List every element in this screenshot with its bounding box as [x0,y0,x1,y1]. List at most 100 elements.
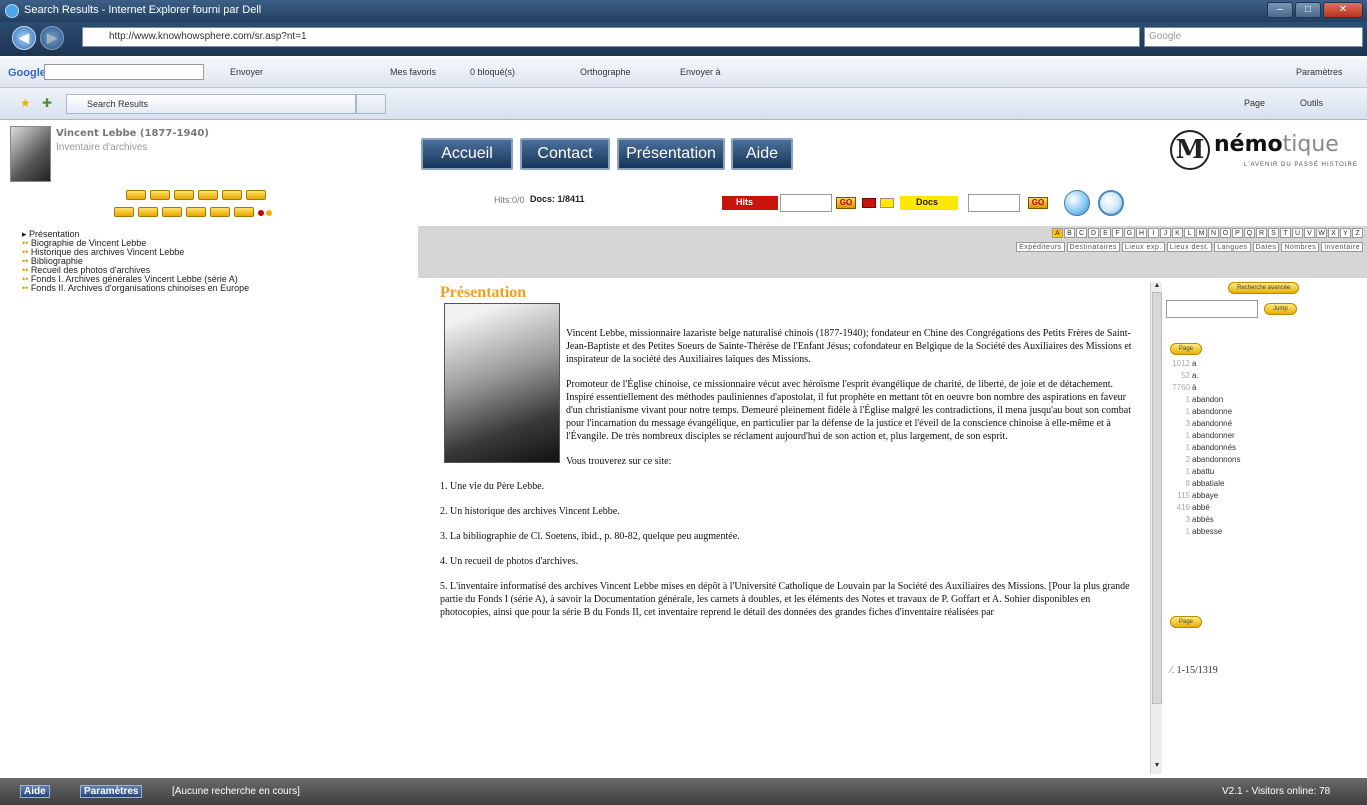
tool-icon-3[interactable] [162,207,182,217]
word-entry[interactable]: 3 abandonné [1170,418,1280,430]
status-aide-button[interactable]: Aide [20,785,50,798]
category-tab[interactable]: Expéditeurs [1016,242,1065,252]
word-entry[interactable]: 3 abbés [1170,514,1280,526]
page-menu[interactable]: Page [1244,98,1265,108]
advanced-search-button[interactable]: Recherche avancée [1228,282,1300,294]
letter-i[interactable]: I [1148,228,1159,238]
word-entry[interactable]: 1012 a [1170,358,1280,370]
category-tab[interactable]: Lieux exp. [1121,242,1165,252]
tab-search-results[interactable]: Search Results [66,94,356,114]
email-icon[interactable] [1064,190,1090,216]
category-tab[interactable]: Langues [1214,242,1251,252]
word-entry[interactable]: 1 abandonnés [1170,442,1280,454]
scroll-thumb[interactable] [1152,292,1162,704]
tool-icon-5[interactable] [210,207,230,217]
presentation-button[interactable]: Présentation [617,138,725,170]
close-button[interactable]: ✕ [1323,2,1363,18]
favorites-button[interactable]: Mes favoris [390,67,436,77]
status-parametres-button[interactable]: Paramètres [80,785,143,798]
category-tab[interactable]: Inventaire [1321,242,1363,252]
letter-v[interactable]: V [1304,228,1315,238]
page-down-button[interactable]: Page [1170,616,1203,628]
last-icon[interactable] [198,190,218,200]
word-entry[interactable]: 2 abandonnons [1170,454,1280,466]
docs-nav[interactable]: Docs [900,196,958,210]
prev-icon[interactable] [150,190,170,200]
letter-s[interactable]: S [1268,228,1279,238]
aide-button[interactable]: Aide [731,138,793,170]
tool-icon-4[interactable] [186,207,206,217]
next-icon[interactable] [174,190,194,200]
letter-m[interactable]: M [1196,228,1207,238]
word-entry[interactable]: 1 abattu [1170,466,1280,478]
letter-f[interactable]: F [1112,228,1123,238]
letter-k[interactable]: K [1172,228,1183,238]
word-entry[interactable]: 1 abandonne [1170,406,1280,418]
letter-t[interactable]: T [1280,228,1291,238]
letter-j[interactable]: J [1160,228,1171,238]
word-entry[interactable]: 115 abbaye [1170,490,1280,502]
letter-x[interactable]: X [1328,228,1339,238]
letter-y[interactable]: Y [1340,228,1351,238]
word-entry[interactable]: 1 abandon [1170,394,1280,406]
jump-input[interactable] [1166,300,1258,318]
letter-g[interactable]: G [1124,228,1135,238]
collapse-icon[interactable] [246,190,266,200]
letter-z[interactable]: Z [1352,228,1363,238]
letter-b[interactable]: B [1064,228,1075,238]
magnifier-icon[interactable] [1098,190,1124,216]
word-entry[interactable]: 7760 à [1170,382,1280,394]
scroll-up-icon[interactable]: ▲ [1152,282,1162,292]
back-button[interactable]: ◀ [12,26,36,50]
page-up-button[interactable]: Page [1170,343,1203,355]
send-to-button[interactable]: Envoyer à [680,67,721,77]
scroll-down-icon[interactable]: ▼ [1152,762,1162,772]
accueil-button[interactable]: Accueil [421,138,513,170]
word-entry[interactable]: 8 abbatiale [1170,478,1280,490]
letter-u[interactable]: U [1292,228,1303,238]
word-entry[interactable]: 52 a. [1170,370,1280,382]
letter-o[interactable]: O [1220,228,1231,238]
browser-search-input[interactable]: Google [1144,27,1363,47]
docs-prev-icon[interactable] [880,198,894,208]
word-entry[interactable]: 1 abandonner [1170,430,1280,442]
category-tab[interactable]: Lieux dest. [1166,242,1213,252]
settings-button[interactable]: Paramètres [1296,67,1343,77]
contact-button[interactable]: Contact [520,138,610,170]
add-favorite-icon[interactable]: ✚ [42,96,52,110]
content-scrollbar[interactable]: ▲ ▼ [1150,282,1162,774]
minimize-button[interactable]: – [1267,2,1293,18]
letter-w[interactable]: W [1316,228,1327,238]
letter-l[interactable]: L [1184,228,1195,238]
docs-input[interactable] [968,194,1020,212]
letter-q[interactable]: Q [1244,228,1255,238]
tool-icon-6[interactable] [234,207,254,217]
google-search-input[interactable] [44,64,204,80]
letter-d[interactable]: D [1088,228,1099,238]
hits-go-button[interactable]: GO [836,197,856,209]
letter-h[interactable]: H [1136,228,1147,238]
address-bar[interactable]: http://www.knowhowsphere.com/sr.asp?nt=1 [82,27,1140,47]
yellow-dot-icon[interactable] [266,210,272,216]
tools-menu[interactable]: Outils [1300,98,1323,108]
hits-input[interactable] [780,194,832,212]
forward-button[interactable]: ▶ [40,26,64,50]
category-tab[interactable]: Dates [1252,242,1280,252]
maximize-button[interactable]: □ [1295,2,1321,18]
letter-a[interactable]: A [1052,228,1063,238]
tool-icon-1[interactable] [114,207,134,217]
category-tab[interactable]: Nombres [1281,242,1320,252]
favorites-star-icon[interactable]: ★ [20,96,31,110]
red-dot-icon[interactable] [258,210,264,216]
letter-e[interactable]: E [1100,228,1111,238]
tool-icon-2[interactable] [138,207,158,217]
letter-n[interactable]: N [1208,228,1219,238]
nav-item-fonds-2[interactable]: •• Fonds II. Archives d'organisations ch… [22,284,402,293]
docs-go-button[interactable]: GO [1028,197,1048,209]
spellcheck-button[interactable]: Orthographe [580,67,631,77]
envoyer-button[interactable]: Envoyer [230,67,263,77]
category-tab[interactable]: Destinataires [1066,242,1120,252]
word-entry[interactable]: 419 abbé [1170,502,1280,514]
word-entry[interactable]: 1 abbesse [1170,526,1280,538]
first-icon[interactable] [126,190,146,200]
